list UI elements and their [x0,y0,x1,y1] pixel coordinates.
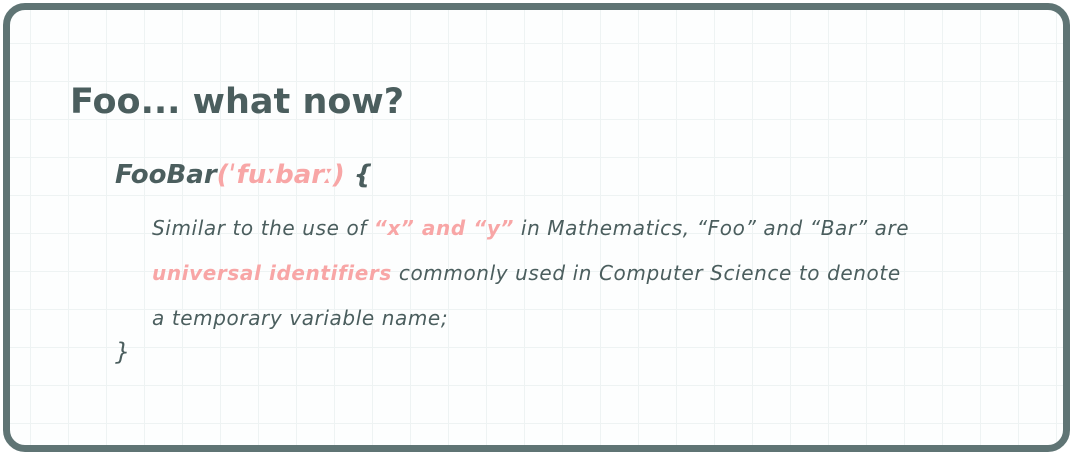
open-brace: { [353,160,373,190]
definition-heading: FooBar(ˈfuːbarː) { [115,160,372,190]
page-title: Foo... what now? [70,82,405,122]
text: Similar to the use of [152,216,374,240]
definition-line-2: universal identifiers commonly used in C… [152,261,901,285]
definition-line-3: a temporary variable name; [152,306,449,330]
text: commonly used in Computer Science to den… [391,261,901,285]
term: FooBar [115,160,217,190]
definition-card: Foo... what now? FooBar(ˈfuːbarː) { Simi… [3,3,1070,452]
pronunciation: (ˈfuːbarː) [216,160,345,190]
definition-line-1: Similar to the use of “x” and “y” in Mat… [152,216,909,240]
highlight: “x” and “y” [373,216,514,240]
highlight: universal identifiers [152,261,392,285]
close-brace: } [115,338,131,366]
text: in Mathematics, “Foo” and “Bar” are [513,216,910,240]
